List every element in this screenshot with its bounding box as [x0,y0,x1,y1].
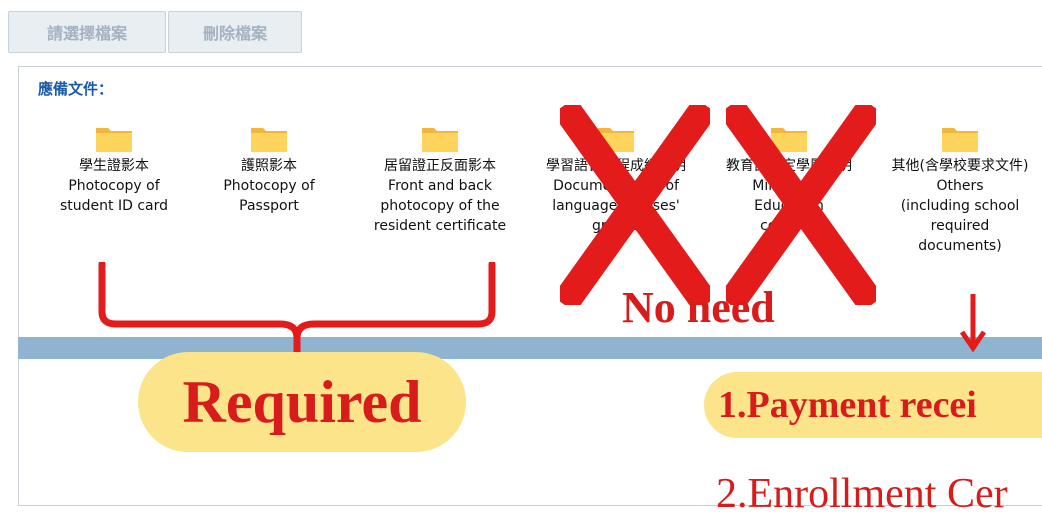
cross-mark-icon [726,105,876,305]
document-label-en: Front and back photocopy of the resident… [373,178,507,234]
required-annotation: Required [138,352,466,452]
folder-icon [940,122,980,154]
delete-file-button[interactable]: 刪除檔案 [168,11,302,53]
document-label-zh: 護照影本 [241,158,297,174]
document-student-id[interactable]: 學生證影本 Photocopy of student ID card [30,122,198,216]
document-label-en: (including school required documents) [900,198,1020,254]
enrollment-certificate-annotation: 2.Enrollment Cer [716,471,1008,517]
document-others[interactable]: 其他(含學校要求文件) Others (including school req… [876,122,1042,256]
document-passport[interactable]: 護照影本 Photocopy of Passport [185,122,353,216]
document-label-zh: 其他(含學校要求文件) Others [891,158,1029,194]
document-label-en: Photocopy of student ID card [59,178,168,214]
brace-icon [98,262,496,354]
document-label-en: Photocopy of Passport [223,178,315,214]
select-file-button[interactable]: 請選擇檔案 [8,11,166,53]
folder-icon [420,122,460,154]
document-label-zh: 學生證影本 [79,158,149,174]
cross-mark-icon [560,105,710,305]
panel-title: 應備文件： [38,80,114,98]
document-label-zh: 居留證正反面影本 [384,158,496,174]
folder-icon [249,122,289,154]
no-need-annotation: No need [622,283,775,332]
payment-receipt-annotation: 1.Payment recei [704,372,1042,438]
document-resident-certificate[interactable]: 居留證正反面影本 Front and back photocopy of the… [356,122,524,236]
folder-icon [94,122,134,154]
arrow-down-icon [959,294,987,352]
